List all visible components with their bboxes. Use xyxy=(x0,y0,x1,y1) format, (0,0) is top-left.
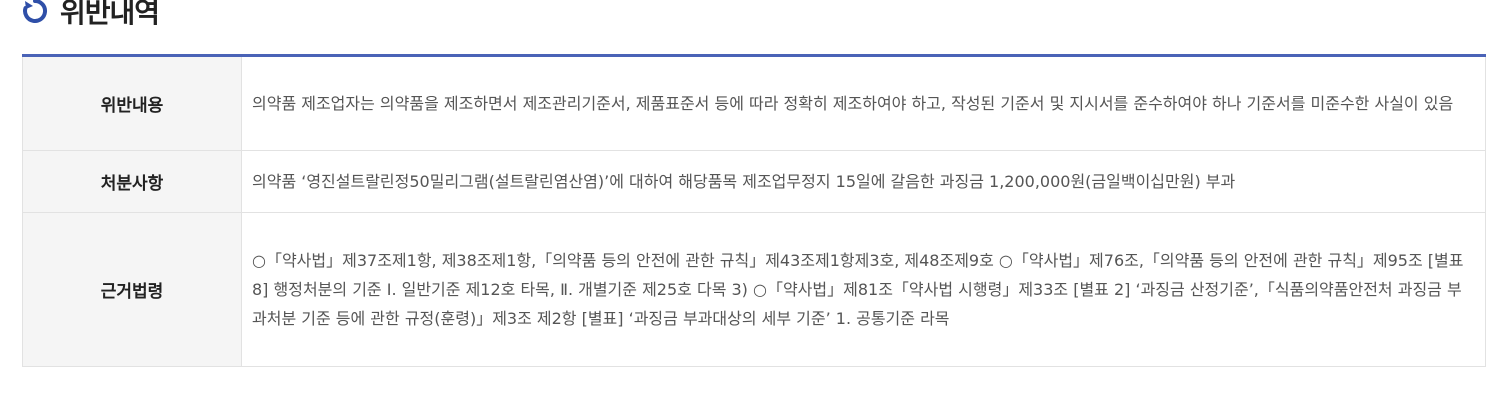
table-row-violation: 위반내용 의약품 제조업자는 의약품을 제조하면서 제조관리기준서, 제품표준서… xyxy=(22,57,1486,151)
row-header-disposition: 처분사항 xyxy=(22,150,242,213)
violation-detail-table: 위반내용 의약품 제조업자는 의약품을 제조하면서 제조관리기준서, 제품표준서… xyxy=(22,57,1486,367)
row-content-disposition: 의약품 ‘영진설트랄린정50밀리그램(설트랄린염산염)’에 대하여 해당품목 제… xyxy=(241,150,1486,213)
row-content-legal-basis: ○「약사법」제37조제1항, 제38조제1항,「의약품 등의 안전에 관한 규칙… xyxy=(241,212,1486,367)
refresh-circle-icon xyxy=(23,0,48,23)
section-title: 위반내역 xyxy=(60,0,160,29)
row-header-legal-basis: 근거법령 xyxy=(22,212,242,367)
row-content-violation: 의약품 제조업자는 의약품을 제조하면서 제조관리기준서, 제품표준서 등에 따… xyxy=(241,57,1486,151)
section-header: 위반내역 xyxy=(22,0,160,36)
violation-table: 위반내용 의약품 제조업자는 의약품을 제조하면서 제조관리기준서, 제품표준서… xyxy=(22,54,1486,367)
row-header-violation: 위반내용 xyxy=(22,57,242,151)
table-row-disposition: 처분사항 의약품 ‘영진설트랄린정50밀리그램(설트랄린염산염)’에 대하여 해… xyxy=(22,150,1486,213)
table-row-legal-basis: 근거법령 ○「약사법」제37조제1항, 제38조제1항,「의약품 등의 안전에 … xyxy=(22,212,1486,367)
